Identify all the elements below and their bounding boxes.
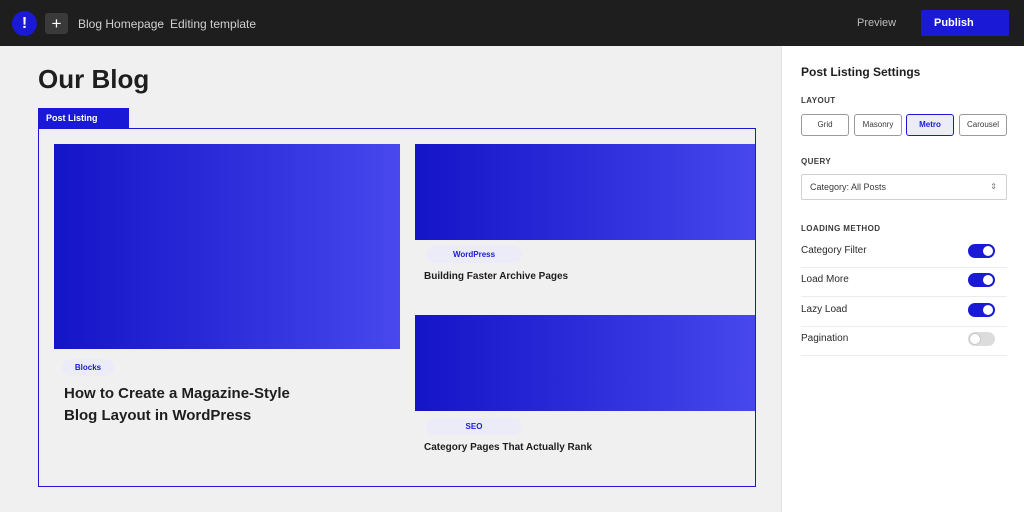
post-image[interactable] (415, 144, 755, 240)
post-title[interactable]: Category Pages That Actually Rank (424, 442, 592, 453)
category-badge[interactable]: WordPress (426, 246, 522, 263)
loading-method-section-label: LOADING METHOD (801, 224, 881, 233)
toggle-row-category-filter: Category Filter (801, 239, 1007, 268)
toggle-knob (983, 275, 993, 285)
query-select[interactable]: Category: All Posts ⇕ (801, 174, 1007, 200)
breadcrumb-separator: · (159, 16, 163, 30)
toggle-label: Pagination (801, 333, 849, 344)
settings-panel: Post Listing Settings LAYOUT Grid Masonr… (781, 46, 1024, 512)
toggle-row-pagination: Pagination (801, 327, 1007, 356)
toggle-label: Lazy Load (801, 304, 848, 315)
publish-button[interactable]: Publish (921, 10, 1009, 36)
add-block-button[interactable]: + (45, 13, 68, 34)
toggle-row-load-more: Load More (801, 268, 1007, 297)
category-badge[interactable]: Blocks (62, 359, 114, 376)
category-filter-toggle[interactable] (968, 244, 995, 258)
layout-option-metro[interactable]: Metro (906, 114, 954, 136)
breadcrumb-page[interactable]: Blog Homepage (78, 17, 164, 31)
load-more-toggle[interactable] (968, 273, 995, 287)
page-title[interactable]: Our Blog (38, 64, 149, 95)
category-badge[interactable]: SEO (426, 418, 522, 435)
toggle-knob (983, 305, 993, 315)
featured-post-image[interactable] (54, 144, 400, 349)
panel-title: Post Listing Settings (801, 65, 921, 79)
toggle-knob (969, 333, 981, 345)
preview-button[interactable]: Preview (857, 17, 896, 29)
post-listing-block[interactable]: Blocks How to Create a Magazine-Style Bl… (38, 128, 756, 487)
lazy-load-toggle[interactable] (968, 303, 995, 317)
layout-section-label: LAYOUT (801, 96, 836, 105)
toggle-label: Load More (801, 274, 849, 285)
block-label-tab[interactable]: Post Listing (38, 108, 129, 128)
breadcrumb-mode: Editing template (170, 17, 257, 31)
layout-option-grid[interactable]: Grid (801, 114, 849, 136)
layout-option-carousel[interactable]: Carousel (959, 114, 1007, 136)
top-bar: ! + Blog Homepage · Editing template Pre… (0, 0, 1024, 46)
pagination-toggle[interactable] (968, 332, 995, 346)
layout-option-masonry[interactable]: Masonry (854, 114, 902, 136)
query-select-value: Category: All Posts (810, 182, 887, 192)
toggle-row-lazy-load: Lazy Load (801, 298, 1007, 327)
featured-post-title[interactable]: How to Create a Magazine-Style Blog Layo… (64, 383, 324, 427)
chevron-updown-icon: ⇕ (990, 182, 997, 191)
post-image[interactable] (415, 315, 755, 411)
query-section-label: QUERY (801, 157, 832, 166)
toggle-knob (983, 246, 993, 256)
toggle-label: Category Filter (801, 245, 867, 256)
post-title[interactable]: Building Faster Archive Pages (424, 271, 568, 282)
site-logo-icon[interactable]: ! (12, 11, 37, 36)
